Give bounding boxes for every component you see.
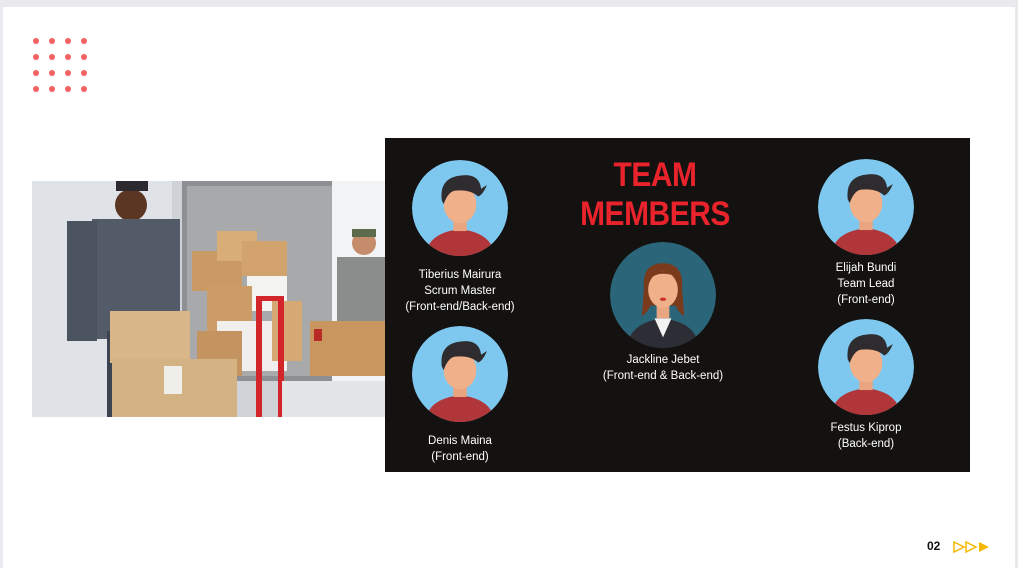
male-avatar-icon — [412, 160, 508, 256]
dot-decoration — [49, 38, 55, 44]
dot-decoration — [65, 38, 71, 44]
member-role: Team Lead — [837, 278, 895, 290]
member-name: Tiberius Mairura — [418, 269, 502, 281]
dot-decoration — [49, 54, 55, 60]
member-card-festus: Festus Kiprop (Back-end) — [776, 420, 956, 452]
female-avatar-icon — [610, 242, 716, 348]
member-name: Jackline Jebet — [626, 354, 700, 366]
member-card-elijah: Elijah Bundi Team Lead (Front-end) — [776, 260, 956, 308]
dot-decoration — [49, 86, 55, 92]
member-stack: (Front-end/Back-end) — [405, 301, 515, 313]
dot-decoration — [33, 54, 39, 60]
member-card-jackline: Jackline Jebet (Front-end & Back-end) — [573, 352, 753, 384]
dot-decoration — [81, 54, 87, 60]
member-stack: (Front-end & Back-end) — [602, 370, 724, 382]
member-stack: (Front-end) — [431, 451, 489, 463]
male-avatar-icon — [818, 319, 914, 415]
member-name: Festus Kiprop — [830, 422, 902, 434]
dot-decoration — [33, 38, 39, 44]
member-card-tiberius: Tiberius Mairura Scrum Master (Front-end… — [370, 267, 550, 315]
dot-grid-decoration — [33, 38, 93, 98]
member-stack: (Front-end) — [837, 294, 895, 306]
member-name: Denis Maina — [428, 435, 492, 447]
dot-decoration — [65, 70, 71, 76]
member-role: Scrum Master — [424, 285, 496, 297]
member-card-denis: Denis Maina (Front-end) — [370, 433, 550, 465]
dot-decoration — [81, 38, 87, 44]
next-arrows-icon — [953, 540, 993, 558]
member-stack: (Back-end) — [837, 438, 895, 450]
dot-decoration — [33, 70, 39, 76]
slide: TEAM MEMBERS Tiberius Mairura Scrum Mast… — [3, 7, 1015, 568]
page-number: 02 — [927, 539, 941, 553]
dot-decoration — [33, 86, 39, 92]
dot-decoration — [81, 70, 87, 76]
panel-title: TEAM MEMBERS — [580, 156, 730, 233]
male-avatar-icon — [818, 159, 914, 255]
dot-decoration — [81, 86, 87, 92]
dot-decoration — [49, 70, 55, 76]
delivery-photo — [32, 181, 388, 417]
team-members-panel: TEAM MEMBERS Tiberius Mairura Scrum Mast… — [385, 138, 970, 472]
member-name: Elijah Bundi — [835, 262, 897, 274]
male-avatar-icon — [412, 326, 508, 422]
dot-decoration — [65, 86, 71, 92]
dot-decoration — [65, 54, 71, 60]
